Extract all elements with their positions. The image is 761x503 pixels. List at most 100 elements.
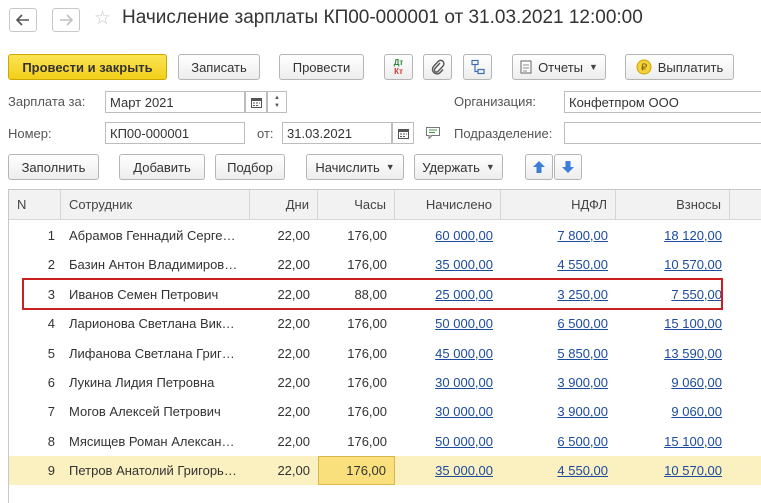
cell-accrued[interactable]: 45 000,00 [395,339,501,368]
cell-accrued-link[interactable]: 35 000,00 [435,257,493,272]
cell-contributions[interactable]: 10 570,00 [616,456,730,485]
cell-hours[interactable]: 176,00 [318,427,395,456]
withhold-button[interactable]: Удержать ▼ [414,154,503,180]
cell-ndfl[interactable]: 6 500,00 [501,427,616,456]
cell-hours[interactable]: 176,00 [318,221,395,250]
move-up-button[interactable] [525,154,553,180]
comment-icon[interactable] [426,127,440,142]
reports-button[interactable]: Отчеты ▼ [512,54,606,80]
cell-employee[interactable]: Могов Алексей Петрович [61,397,250,426]
forward-button[interactable] [52,8,80,32]
cell-contributions-link[interactable]: 10 570,00 [664,257,722,272]
favorite-star-icon[interactable]: ☆ [94,9,111,29]
cell-n[interactable]: 8 [9,427,61,456]
cell-days[interactable]: 22,00 [250,397,318,426]
table-row[interactable]: 2 Базин Антон Владимиров… 22,00 176,00 35 00… [9,250,761,279]
cell-accrued-link[interactable]: 30 000,00 [435,375,493,390]
cell-days[interactable]: 22,00 [250,427,318,456]
cell-accrued-link[interactable]: 45 000,00 [435,346,493,361]
cell-accrued-link[interactable]: 25 000,00 [435,287,493,302]
cell-ndfl[interactable]: 4 550,00 [501,456,616,485]
structure-button[interactable] [463,54,492,80]
cell-employee[interactable]: Лифанова Светлана Григ… [61,339,250,368]
cell-contributions[interactable]: 15 100,00 [616,309,730,338]
cell-contributions-link[interactable]: 9 060,00 [671,404,722,419]
selection-button[interactable]: Подбор [215,154,285,180]
cell-contributions[interactable]: 10 570,00 [616,250,730,279]
cell-ndfl[interactable]: 3 250,00 [501,280,616,309]
table-row[interactable]: 3 Иванов Семен Петрович 22,00 88,00 25 000,0… [9,280,761,309]
spin-down-icon[interactable]: ▼ [274,102,280,110]
cell-employee[interactable]: Иванов Семен Петрович [61,280,250,309]
fill-button[interactable]: Заполнить [8,154,99,180]
cell-ndfl-link[interactable]: 4 550,00 [557,463,608,478]
column-header-ndfl[interactable]: НДФЛ [501,190,616,220]
cell-employee[interactable]: Лукина Лидия Петровна [61,368,250,397]
cell-n[interactable]: 6 [9,368,61,397]
column-header-contributions[interactable]: Взносы [616,190,730,220]
cell-ndfl[interactable]: 5 850,00 [501,339,616,368]
cell-hours[interactable]: 176,00 [318,397,395,426]
cell-ndfl[interactable]: 7 800,00 [501,221,616,250]
cell-hours[interactable]: 176,00 [318,250,395,279]
spin-up-icon[interactable]: ▲ [274,94,280,102]
cell-ndfl[interactable]: 3 900,00 [501,397,616,426]
cell-ndfl-link[interactable]: 3 900,00 [557,375,608,390]
cell-contributions-link[interactable]: 15 100,00 [664,434,722,449]
move-down-button[interactable] [554,154,582,180]
cell-contributions[interactable]: 9 060,00 [616,368,730,397]
column-header-hours[interactable]: Часы [318,190,395,220]
cell-accrued-link[interactable]: 50 000,00 [435,434,493,449]
cell-n[interactable]: 1 [9,221,61,250]
cell-hours[interactable]: 176,00 [318,368,395,397]
date-field[interactable]: 31.03.2021 [282,122,392,144]
cell-employee[interactable]: Ларионова Светлана Вик… [61,309,250,338]
post-button[interactable]: Провести [279,54,364,80]
cell-n[interactable]: 5 [9,339,61,368]
salary-month-field[interactable]: Март 2021 [105,91,245,113]
column-header-days[interactable]: Дни [250,190,318,220]
cell-accrued[interactable]: 25 000,00 [395,280,501,309]
cell-ndfl-link[interactable]: 6 500,00 [557,434,608,449]
cell-employee[interactable]: Абрамов Геннадий Серге… [61,221,250,250]
cell-n[interactable]: 3 [9,280,61,309]
payroll-table[interactable]: N Сотрудник Дни Часы Начислено НДФЛ Взно… [8,189,761,503]
cell-accrued-link[interactable]: 50 000,00 [435,316,493,331]
cell-days[interactable]: 22,00 [250,221,318,250]
cell-days[interactable]: 22,00 [250,456,318,485]
attach-button[interactable] [423,54,452,80]
table-row[interactable]: 7 Могов Алексей Петрович 22,00 176,00 30 000… [9,397,761,426]
table-row[interactable]: 5 Лифанова Светлана Григ… 22,00 176,00 45 00… [9,339,761,368]
table-row[interactable]: 6 Лукина Лидия Петровна 22,00 176,00 30 000,… [9,368,761,397]
save-button[interactable]: Записать [178,54,260,80]
cell-ndfl[interactable]: 6 500,00 [501,309,616,338]
cell-accrued[interactable]: 30 000,00 [395,368,501,397]
cell-contributions-link[interactable]: 15 100,00 [664,316,722,331]
column-header-employee[interactable]: Сотрудник [61,190,250,220]
column-header-n[interactable]: N [9,190,61,220]
column-header-accrued[interactable]: Начислено [395,190,501,220]
add-button[interactable]: Добавить [119,154,205,180]
cell-contributions[interactable]: 13 590,00 [616,339,730,368]
cell-ndfl[interactable]: 3 900,00 [501,368,616,397]
cell-days[interactable]: 22,00 [250,280,318,309]
cell-contributions-link[interactable]: 7 550,00 [671,287,722,302]
number-field[interactable]: КП00-000001 [105,122,245,144]
cell-hours[interactable]: 176,00 [318,339,395,368]
cell-accrued-link[interactable]: 60 000,00 [435,228,493,243]
cell-ndfl-link[interactable]: 7 800,00 [557,228,608,243]
pay-button[interactable]: ₽ Выплатить [625,54,734,80]
cell-n[interactable]: 9 [9,456,61,485]
cell-n[interactable]: 4 [9,309,61,338]
cell-days[interactable]: 22,00 [250,250,318,279]
cell-contributions-link[interactable]: 9 060,00 [671,375,722,390]
cell-days[interactable]: 22,00 [250,309,318,338]
cell-accrued[interactable]: 35 000,00 [395,250,501,279]
cell-ndfl-link[interactable]: 3 900,00 [557,404,608,419]
calendar-button[interactable] [245,91,267,113]
cell-ndfl-link[interactable]: 6 500,00 [557,316,608,331]
cell-ndfl-link[interactable]: 3 250,00 [557,287,608,302]
cell-contributions-link[interactable]: 10 570,00 [664,463,722,478]
cell-contributions[interactable]: 7 550,00 [616,280,730,309]
table-row[interactable]: 9 Петров Анатолий Григорь… 22,00 176,00 35 0… [9,456,761,486]
